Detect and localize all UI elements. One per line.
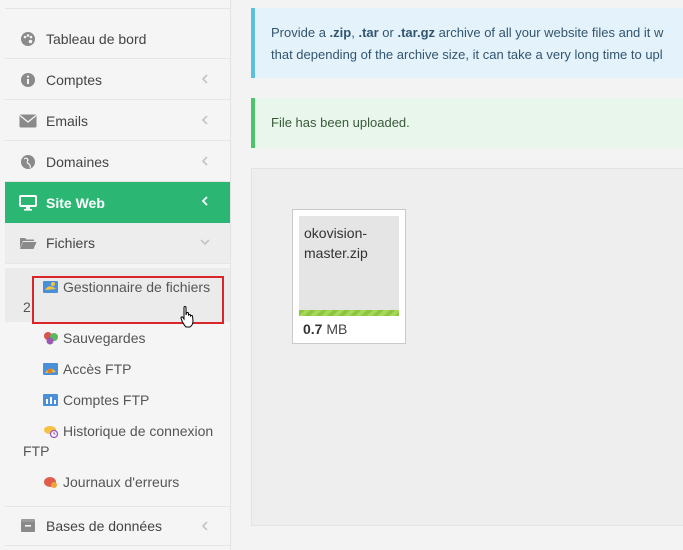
sidebar-item-label: Tableau de bord — [46, 30, 147, 47]
submenu-item-acces-ftp[interactable]: Accès FTP — [43, 359, 225, 379]
envelope-icon — [19, 112, 37, 130]
chevron-left-icon — [198, 194, 212, 208]
submenu-item-historique-de-connexion-ftp[interactable]: Historique de connexion FTP — [23, 421, 225, 461]
sidebar-top-divider — [5, 0, 230, 9]
sidebar-item-domaines[interactable]: Domaines — [5, 142, 230, 182]
file-size-unit: MB — [322, 321, 348, 337]
sidebar-item-label: Fichiers — [46, 235, 96, 251]
submenu-item-journaux-d-erreurs[interactable]: Journaux d'erreurs — [43, 472, 225, 492]
file-size-value: 0.7 — [303, 321, 323, 337]
chevron-left-icon — [198, 113, 212, 127]
sidebar-item-bases-de-donnees[interactable]: Bases de données — [5, 506, 230, 546]
chevron-left-icon — [198, 154, 212, 168]
database-icon — [19, 517, 37, 535]
connection-history-icon — [43, 423, 59, 439]
sidebar-item-fichiers[interactable]: Fichiers — [5, 223, 230, 264]
info-text-part: archive of all your website files and it… — [435, 25, 664, 40]
upload-progress-bar — [299, 310, 399, 316]
submenu-item-label-cont: 2 — [23, 299, 31, 315]
archive-info-alert: Provide a .zip, .tar or .tar.gz archive … — [251, 8, 683, 78]
submenu-item-label: Accès FTP — [63, 361, 132, 377]
info-ext-targz: .tar.gz — [397, 25, 436, 40]
info-text-part: or — [378, 25, 398, 40]
ftp-accounts-icon — [43, 392, 59, 406]
submenu-item-label: Comptes FTP — [63, 392, 150, 408]
info-ext-zip: .zip — [329, 25, 352, 40]
palette-icon — [19, 30, 37, 48]
success-message: File has been uploaded. — [271, 115, 410, 130]
chevron-down-icon — [198, 235, 212, 249]
file-name: okovision- master.zip — [304, 223, 394, 263]
sidebar-item-label: Site Web — [46, 194, 105, 211]
sidebar-item-tableau-de-bord[interactable]: Tableau de bord — [5, 19, 230, 59]
sidebar-item-emails[interactable]: Emails — [5, 101, 230, 141]
uploaded-file-card[interactable]: okovision- master.zip 0.7 MB — [292, 209, 406, 344]
globe-icon — [19, 153, 37, 171]
info-icon — [19, 71, 37, 89]
submenu-item-sauvegardes[interactable]: Sauvegardes — [43, 328, 225, 348]
folder-open-icon — [19, 234, 37, 252]
backup-icon — [43, 330, 59, 345]
chevron-left-icon — [198, 72, 212, 86]
sidebar-item-comptes[interactable]: Comptes — [5, 60, 230, 100]
sidebar-item-label: Emails — [46, 112, 89, 129]
info-text-part: Provide a — [271, 25, 330, 40]
file-size: 0.7 MB — [303, 321, 347, 337]
info-text-line2: that depending of the archive size, it c… — [271, 47, 663, 62]
upload-success-alert: File has been uploaded. — [251, 98, 683, 148]
ftp-access-icon — [43, 361, 59, 375]
submenu-item-label: Sauvegardes — [63, 330, 146, 346]
submenu-item-label-cont: FTP — [23, 443, 50, 459]
sidebar-item-site-web[interactable]: Site Web — [5, 182, 230, 223]
sidebar-item-label: Comptes — [46, 71, 103, 88]
file-name-line: okovision- — [304, 225, 368, 241]
error-logs-icon — [43, 474, 59, 488]
hand-cursor-icon — [180, 305, 196, 333]
info-ext-tar: .tar — [358, 25, 379, 40]
sidebar-item-label: Domaines — [46, 153, 110, 170]
chevron-left-icon — [198, 519, 212, 533]
submenu-item-label: Journaux d'erreurs — [63, 474, 180, 490]
file-name-line: master.zip — [304, 245, 368, 261]
submenu-item-label: Historique de connexion — [63, 423, 214, 439]
monitor-icon — [19, 194, 37, 212]
sidebar-item-label: Bases de données — [46, 518, 162, 534]
submenu-item-comptes-ftp[interactable]: Comptes FTP — [43, 390, 225, 410]
